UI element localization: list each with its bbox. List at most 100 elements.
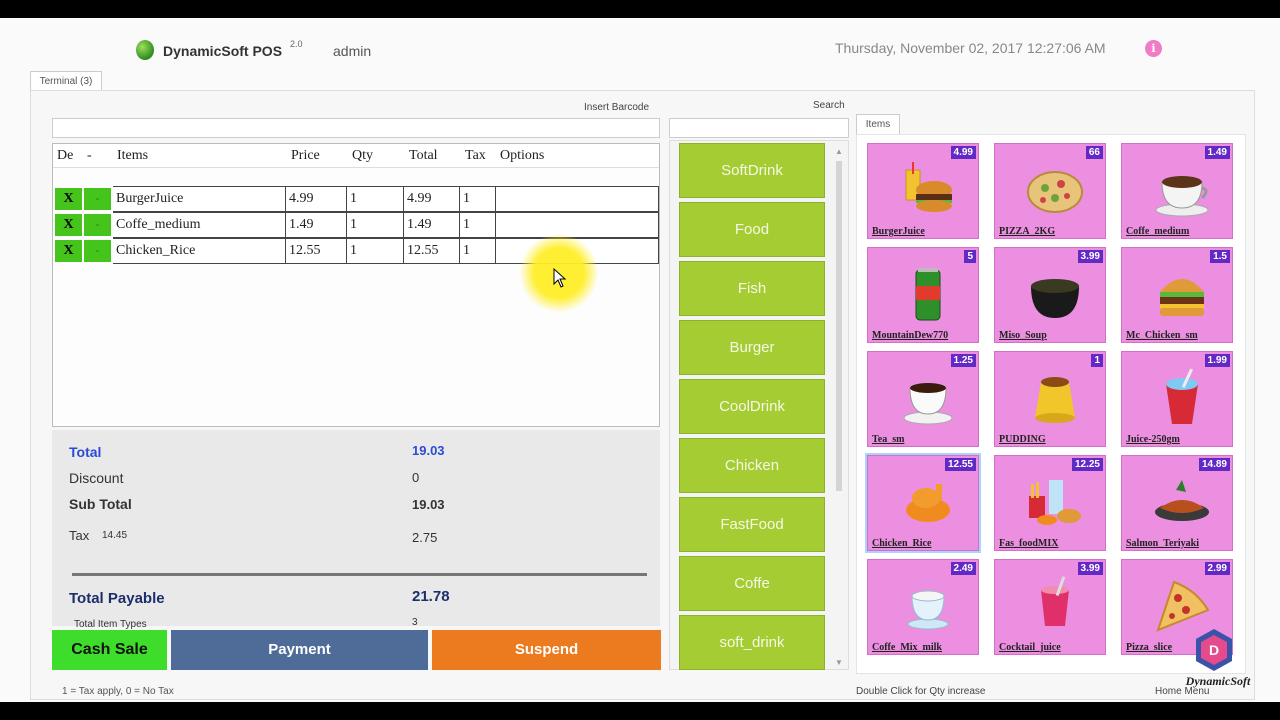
item-card[interactable]: 1.99 Juice-250gm: [1121, 351, 1233, 447]
cell-options[interactable]: [496, 186, 659, 212]
scroll-down-icon[interactable]: ▼: [835, 658, 843, 667]
item-price-badge: 1.49: [1204, 146, 1230, 159]
delete-row-button[interactable]: X: [55, 188, 82, 210]
cell-tax: 1: [460, 212, 496, 238]
item-card[interactable]: 1.5 Mc_Chicken_sm: [1121, 247, 1233, 343]
current-user: admin: [333, 43, 372, 59]
category-coffe-button[interactable]: Coffe: [679, 556, 825, 611]
table-row[interactable]: X - BurgerJuice 4.99 1 4.99 1: [53, 186, 659, 212]
item-price-badge: 12.55: [944, 458, 976, 471]
item-name: MountainDew770: [872, 330, 949, 341]
item-card[interactable]: 12.25 Fas_foodMIX: [994, 455, 1106, 551]
item-name: Fas_foodMIX: [999, 538, 1059, 549]
category-panel: SoftDrink Food Fish Burger CoolDrink Chi…: [669, 140, 849, 670]
cell-qty[interactable]: 1: [347, 212, 404, 238]
pos-window: DynamicSoft POS 2.0 admin Thursday, Nove…: [0, 18, 1280, 702]
chicken-icon: [906, 484, 950, 522]
tab-items[interactable]: Items: [856, 114, 900, 134]
item-name: Pizza_slice: [1126, 642, 1173, 653]
cell-options[interactable]: [496, 212, 659, 238]
delete-row-button[interactable]: X: [55, 240, 82, 262]
coffee-cup-icon: [1155, 176, 1209, 217]
scroll-up-icon[interactable]: ▲: [835, 147, 843, 156]
item-price-badge: 5: [964, 250, 976, 263]
discount-label: Discount: [69, 470, 124, 486]
item-card[interactable]: 12.55 Chicken_Rice: [865, 453, 981, 553]
item-card[interactable]: 2.49 Coffe_Mix_milk: [867, 559, 979, 655]
category-soft-drink-button[interactable]: soft_drink: [679, 615, 825, 670]
cell-item: Chicken_Rice: [113, 238, 286, 264]
category-burger-button[interactable]: Burger: [679, 320, 825, 375]
search-input[interactable]: [669, 118, 849, 138]
category-fish-button[interactable]: Fish: [679, 261, 825, 316]
col-header-items: Items: [117, 148, 149, 163]
suspend-button[interactable]: Suspend: [432, 630, 661, 670]
totals-divider: [72, 573, 647, 576]
item-card[interactable]: 3.99 Miso_Soup: [994, 247, 1106, 343]
item-card[interactable]: 14.89 Salmon_Teriyaki: [1121, 455, 1233, 551]
info-icon[interactable]: i: [1145, 40, 1162, 57]
category-food-button[interactable]: Food: [679, 202, 825, 257]
item-name: PIZZA_2KG: [999, 226, 1056, 237]
item-name: Coffe_Mix_milk: [872, 642, 942, 653]
category-fastfood-button[interactable]: FastFood: [679, 497, 825, 552]
cell-item: Coffe_medium: [113, 212, 286, 238]
total-payable-label: Total Payable: [69, 590, 165, 607]
decrease-qty-button[interactable]: -: [84, 214, 111, 236]
decrease-qty-button[interactable]: -: [84, 188, 111, 210]
item-card[interactable]: 5 MountainDew770: [867, 247, 979, 343]
item-types-label: Total Item Types: [74, 619, 147, 630]
cell-total: 12.55: [404, 238, 460, 264]
cocktail-icon: [1041, 576, 1069, 626]
soup-bowl-icon: [1031, 279, 1079, 318]
subtotal-label: Sub Total: [69, 496, 132, 512]
cell-total: 4.99: [404, 186, 460, 212]
col-header-total: Total: [409, 148, 438, 163]
item-price-badge: 3.99: [1077, 562, 1103, 575]
category-scrollbar[interactable]: ▲ ▼: [832, 147, 846, 667]
barcode-input[interactable]: [52, 118, 660, 138]
soda-can-icon: [915, 268, 941, 321]
col-header-qty: Qty: [352, 148, 373, 163]
pizza-icon: [1027, 171, 1083, 213]
barcode-label: Insert Barcode: [584, 102, 650, 113]
delete-row-button[interactable]: X: [55, 214, 82, 236]
cell-qty[interactable]: 1: [347, 238, 404, 264]
cell-total: 1.49: [404, 212, 460, 238]
tea-cup-icon: [903, 383, 953, 425]
cell-tax: 1: [460, 238, 496, 264]
scrollbar-thumb[interactable]: [836, 161, 842, 491]
cell-qty[interactable]: 1: [347, 186, 404, 212]
item-card[interactable]: 1 PUDDING: [994, 351, 1106, 447]
cell-tax: 1: [460, 186, 496, 212]
burger-juice-icon: [905, 162, 952, 212]
tab-terminal[interactable]: Terminal (3): [30, 71, 102, 91]
brand-name: DynamicSoft: [1185, 674, 1251, 688]
item-name: PUDDING: [999, 434, 1046, 445]
col-header-minus: -: [87, 148, 92, 163]
item-card[interactable]: 1.25 Tea_sm: [867, 351, 979, 447]
item-card[interactable]: 4.99 BurgerJuice: [867, 143, 979, 239]
payment-button[interactable]: Payment: [171, 630, 428, 670]
tax-label: Tax: [69, 528, 90, 543]
double-click-hint: Double Click for Qty increase: [856, 686, 986, 697]
total-payable-value: 21.78: [412, 588, 450, 605]
item-types-value: 3: [412, 617, 418, 628]
item-price-badge: 1: [1091, 354, 1103, 367]
category-cooldrink-button[interactable]: CoolDrink: [679, 379, 825, 434]
subtotal-value: 19.03: [412, 497, 445, 512]
cash-sale-button[interactable]: Cash Sale: [52, 630, 167, 670]
item-card[interactable]: 3.99 Cocktail_juice: [994, 559, 1106, 655]
decrease-qty-button[interactable]: -: [84, 240, 111, 262]
brand-logo: D DynamicSoft: [1186, 628, 1250, 698]
category-chicken-button[interactable]: Chicken: [679, 438, 825, 493]
cell-price: 4.99: [286, 186, 347, 212]
item-name: Juice-250gm: [1126, 434, 1180, 445]
item-name: Tea_sm: [872, 434, 905, 445]
item-card[interactable]: 1.49 Coffe_medium: [1121, 143, 1233, 239]
item-name: BurgerJuice: [872, 226, 925, 237]
item-name: Salmon_Teriyaki: [1126, 538, 1199, 549]
item-name: Mc_Chicken_sm: [1126, 330, 1198, 341]
item-card[interactable]: 66 PIZZA_2KG: [994, 143, 1106, 239]
category-softdrink-button[interactable]: SoftDrink: [679, 143, 825, 198]
